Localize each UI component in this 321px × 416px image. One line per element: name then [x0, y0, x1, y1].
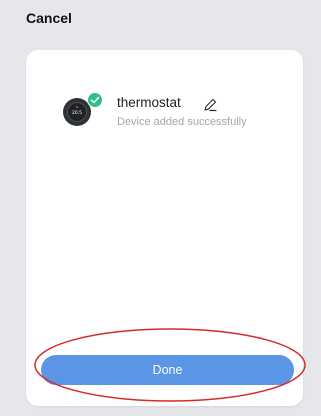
result-card: 20.5 thermostat Device added successfull… — [26, 50, 303, 406]
check-icon — [87, 92, 103, 108]
pencil-icon[interactable] — [202, 97, 218, 113]
status-text: Device added successfully — [117, 116, 247, 128]
top-bar: Cancel — [0, 0, 321, 40]
thermostat-reading: 20.5 — [72, 110, 82, 116]
done-button[interactable]: Done — [41, 355, 294, 385]
cancel-button[interactable]: Cancel — [26, 10, 72, 26]
add-device-result-screen: Cancel 20.5 thermostat Device added succ… — [0, 0, 321, 416]
device-name: thermostat — [117, 95, 181, 110]
